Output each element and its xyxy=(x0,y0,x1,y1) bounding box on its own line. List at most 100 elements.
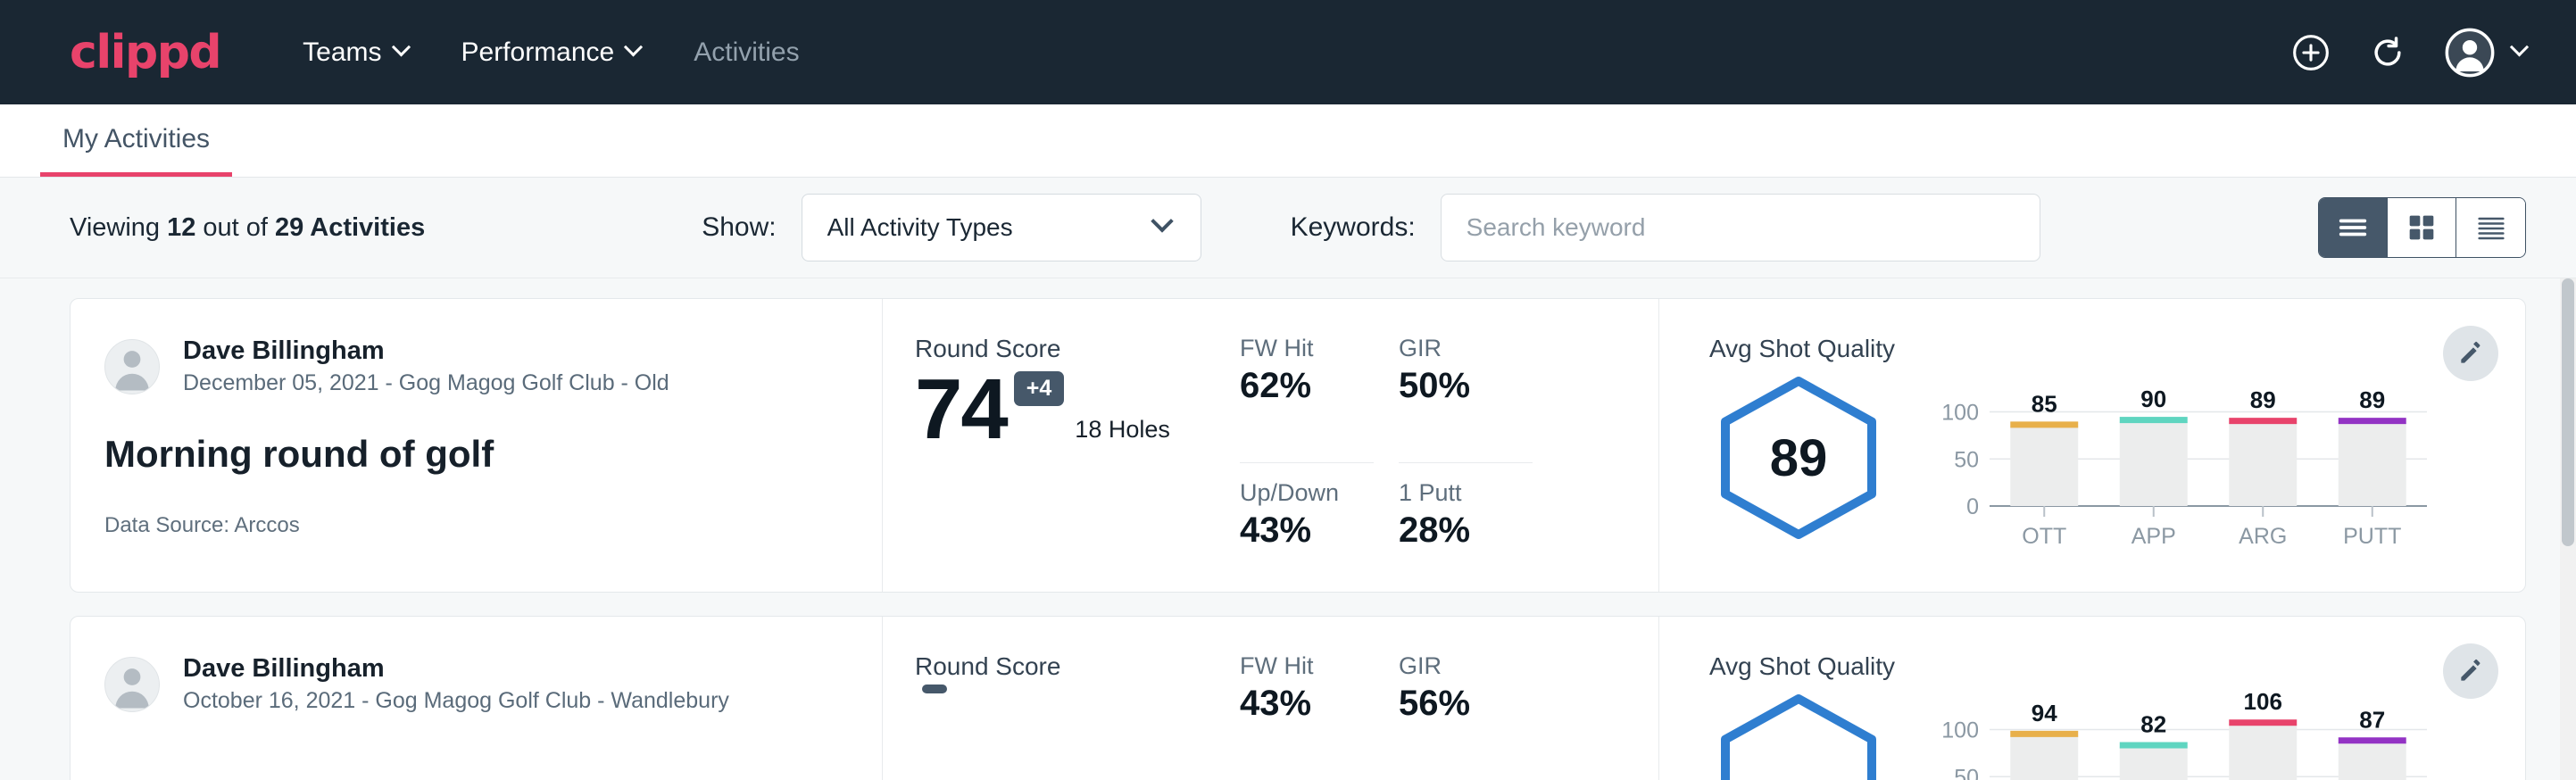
stat-value: 43% xyxy=(1240,510,1374,551)
list-view-icon xyxy=(2335,210,2371,245)
stat-fw-hit: FW Hit 43% xyxy=(1240,652,1374,780)
page-scrollbar[interactable] xyxy=(2560,278,2576,780)
svg-text:PUTT: PUTT xyxy=(2343,524,2401,549)
keywords-label: Keywords: xyxy=(1291,212,1416,243)
svg-text:89: 89 xyxy=(2250,386,2276,413)
stat-fw-hit: FW Hit 62% xyxy=(1240,335,1374,463)
quality-hexagon xyxy=(1709,690,1888,780)
compact-view-icon xyxy=(2473,210,2509,245)
stat-label: FW Hit xyxy=(1240,652,1374,680)
round-score-column: Round Score xyxy=(883,617,1240,780)
bar-chart-svg: 05010094OTT82APP106ARG87PUTT xyxy=(1934,690,2434,780)
avatar xyxy=(104,657,160,712)
activity-card[interactable]: Dave Billingham December 05, 2021 - Gog … xyxy=(70,298,2526,593)
avg-shot-quality-column: Avg Shot Quality 89 05010085OTT90APP89AR… xyxy=(1659,299,2525,592)
stat-label: 1 Putt xyxy=(1399,479,1533,507)
viewing-middle: out of xyxy=(195,213,275,242)
stat-one-putt: 1 Putt 28% xyxy=(1399,463,1533,593)
refresh-button[interactable] xyxy=(2368,33,2407,72)
player-name: Dave Billingham xyxy=(183,652,729,685)
nav-item-activities-label: Activities xyxy=(694,37,799,68)
pencil-icon xyxy=(2456,657,2485,685)
primary-nav: Teams Performance Activities xyxy=(303,37,799,68)
user-menu-button[interactable] xyxy=(2445,28,2526,78)
activity-card[interactable]: Dave Billingham October 16, 2021 - Gog M… xyxy=(70,616,2526,780)
svg-text:85: 85 xyxy=(2032,390,2057,417)
svg-text:82: 82 xyxy=(2140,711,2166,738)
svg-text:100: 100 xyxy=(1941,401,1979,426)
stat-label: GIR xyxy=(1399,652,1533,680)
stat-label: FW Hit xyxy=(1240,335,1374,362)
app-logo[interactable]: clippd xyxy=(70,26,220,79)
quality-score-value: 89 xyxy=(1709,372,1888,544)
activity-info-column: Dave Billingham December 05, 2021 - Gog … xyxy=(71,299,883,592)
chevron-down-icon xyxy=(2510,37,2529,56)
stat-up-down: Up/Down 43% xyxy=(1240,463,1374,593)
quality-score-value xyxy=(1709,690,1888,780)
view-mode-compact-button[interactable] xyxy=(2456,198,2525,257)
round-stats-grid: FW Hit 43% GIR 56% Up/Down 1 Putt xyxy=(1240,617,1659,780)
svg-text:94: 94 xyxy=(2032,700,2057,726)
bar-chart-svg: 05010085OTT90APP89ARG89PUTT xyxy=(1934,372,2434,560)
round-stats-grid: FW Hit 62% GIR 50% Up/Down 43% 1 Putt 28… xyxy=(1240,299,1659,592)
avg-shot-quality-label: Avg Shot Quality xyxy=(1709,335,2525,363)
activity-meta: December 05, 2021 - Gog Magog Golf Club … xyxy=(183,369,669,399)
view-mode-list-button[interactable] xyxy=(2319,198,2388,257)
nav-item-performance[interactable]: Performance xyxy=(461,37,641,68)
tab-my-activities[interactable]: My Activities xyxy=(40,124,232,177)
activity-data-source: Data Source: Arccos xyxy=(104,513,882,538)
view-mode-grid-button[interactable] xyxy=(2388,198,2456,257)
stat-value: 43% xyxy=(1240,684,1374,724)
activity-count-summary: Viewing 12 out of 29 Activities xyxy=(70,213,425,243)
page-tab-bar: My Activities xyxy=(0,104,2576,178)
nav-actions xyxy=(2291,28,2526,78)
svg-text:OTT: OTT xyxy=(2022,524,2066,549)
stat-value: 56% xyxy=(1399,684,1533,724)
svg-text:100: 100 xyxy=(1941,718,1979,743)
activity-type-select[interactable]: All Activity Types xyxy=(802,194,1201,261)
svg-text:0: 0 xyxy=(1966,494,1979,519)
avg-shot-quality-label: Avg Shot Quality xyxy=(1709,652,2525,681)
round-score-label: Round Score xyxy=(915,652,1240,681)
round-score-column: Round Score 74 +4 18 Holes xyxy=(883,299,1240,592)
avatar xyxy=(104,339,160,394)
nav-item-activities[interactable]: Activities xyxy=(694,37,799,68)
activity-title: Morning round of golf xyxy=(104,433,882,476)
viewing-prefix: Viewing xyxy=(70,213,167,242)
svg-text:90: 90 xyxy=(2140,386,2166,412)
grid-view-icon xyxy=(2404,210,2439,245)
scrollbar-thumb[interactable] xyxy=(2562,278,2574,546)
stat-value: 28% xyxy=(1399,510,1533,551)
refresh-icon xyxy=(2368,33,2407,72)
shot-quality-bar-chart: 05010094OTT82APP106ARG87PUTT xyxy=(1934,690,2434,780)
nav-item-teams[interactable]: Teams xyxy=(303,37,407,68)
shot-quality-bar-chart: 05010085OTT90APP89ARG89PUTT xyxy=(1934,372,2434,564)
chevron-down-icon xyxy=(1151,210,1173,232)
chevron-down-icon xyxy=(624,37,643,56)
round-score-value: 74 xyxy=(915,367,1007,452)
filter-toolbar: Viewing 12 out of 29 Activities Show: Al… xyxy=(0,178,2576,278)
search-input[interactable] xyxy=(1441,194,2040,261)
plus-circle-icon xyxy=(2291,33,2331,72)
add-button[interactable] xyxy=(2291,33,2331,72)
svg-text:50: 50 xyxy=(1954,765,1979,780)
pencil-icon xyxy=(2456,339,2485,368)
holes-played: 18 Holes xyxy=(1075,416,1170,444)
chevron-down-icon xyxy=(391,37,410,56)
svg-text:106: 106 xyxy=(2244,690,2282,715)
activity-author: Dave Billingham October 16, 2021 - Gog M… xyxy=(104,652,882,717)
svg-text:50: 50 xyxy=(1954,447,1979,472)
activity-author: Dave Billingham December 05, 2021 - Gog … xyxy=(104,335,882,399)
stat-label: Up/Down xyxy=(1240,479,1374,507)
edit-activity-button[interactable] xyxy=(2443,326,2498,381)
person-icon xyxy=(105,339,159,394)
avatar-icon xyxy=(2445,28,2495,78)
round-score-label: Round Score xyxy=(915,335,1240,363)
show-filter-group: Show: All Activity Types xyxy=(702,194,1201,261)
score-to-par-badge xyxy=(922,685,947,693)
activity-card-list: Dave Billingham December 05, 2021 - Gog … xyxy=(0,278,2576,780)
edit-activity-button[interactable] xyxy=(2443,643,2498,699)
stat-value: 50% xyxy=(1399,366,1533,406)
stat-value: 62% xyxy=(1240,366,1374,406)
svg-text:89: 89 xyxy=(2359,386,2385,413)
